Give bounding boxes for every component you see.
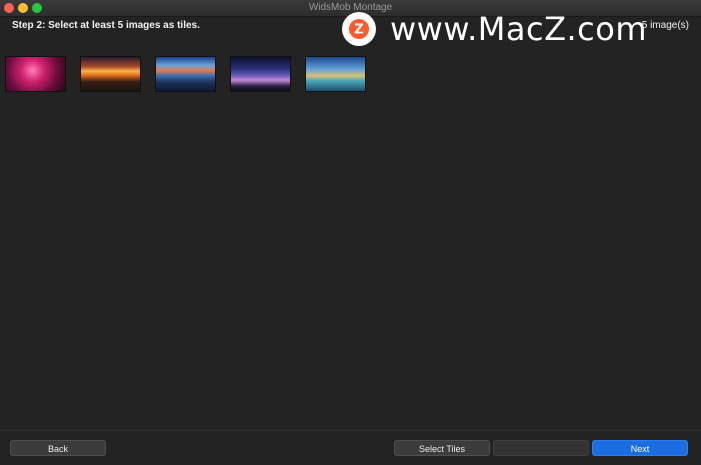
back-button[interactable]: Back: [10, 440, 106, 456]
footer-bar: Back Select Tiles Next: [0, 430, 701, 465]
select-tiles-button[interactable]: Select Tiles: [394, 440, 490, 456]
disabled-button: [493, 440, 589, 456]
tile-thumbnail-4[interactable]: [230, 56, 291, 92]
tile-thumbnail-3[interactable]: [155, 56, 216, 92]
watermark-logo-icon: Z: [342, 12, 376, 46]
step-instruction: Step 2: Select at least 5 images as tile…: [12, 20, 200, 31]
tile-image-list: [5, 56, 366, 92]
tile-thumbnail-2[interactable]: [80, 56, 141, 92]
tile-thumbnail-1[interactable]: [5, 56, 66, 92]
svg-text:Z: Z: [354, 23, 363, 38]
next-button[interactable]: Next: [592, 440, 688, 456]
watermark-text: www.MacZ.com: [390, 10, 647, 48]
watermark: Z www.MacZ.com: [342, 10, 647, 48]
tile-thumbnail-5[interactable]: [305, 56, 366, 92]
image-count: 5 image(s): [641, 20, 689, 31]
